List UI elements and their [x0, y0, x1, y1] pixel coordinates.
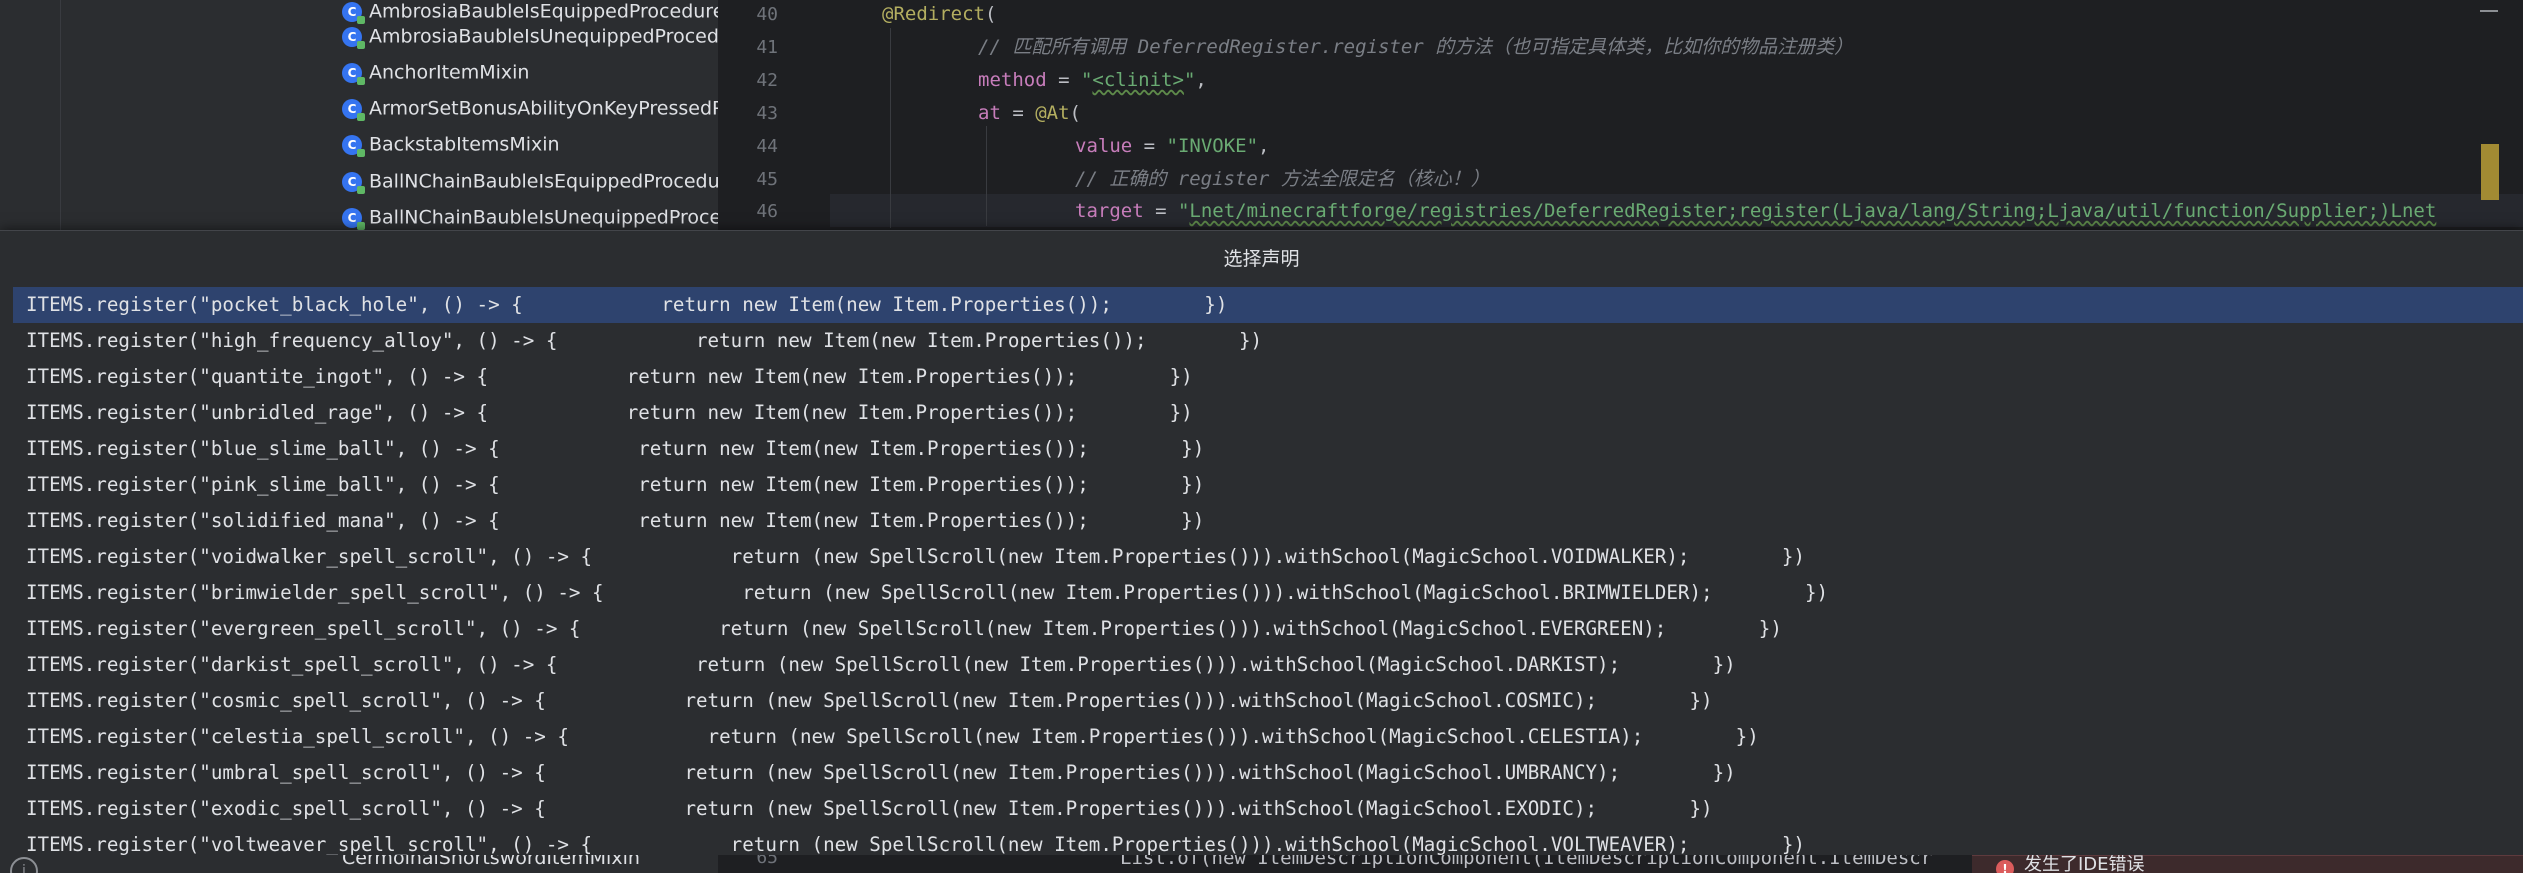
paren: ( [984, 3, 997, 25]
comma: , [1195, 69, 1207, 91]
declaration-item[interactable]: ITEMS.register("evergreen_spell_scroll",… [13, 611, 2523, 647]
class-icon: C [342, 134, 365, 157]
equals: = [1046, 69, 1081, 91]
attribute-key: target [1075, 200, 1144, 222]
scrollbar-top-marker [2480, 10, 2498, 12]
line-number: 41 [756, 37, 778, 58]
declaration-text: ITEMS.register("exodic_spell_scroll", ()… [26, 797, 1713, 820]
attribute-key: method [978, 69, 1047, 91]
class-icon: C [342, 171, 365, 194]
class-icon: C [342, 207, 365, 230]
declaration-text: ITEMS.register("pocket_black_hole", () -… [26, 293, 1228, 316]
declaration-item[interactable]: ITEMS.register("blue_slime_ball", () -> … [13, 431, 2523, 467]
declaration-text: ITEMS.register("quantite_ingot", () -> {… [26, 365, 1193, 388]
tree-item-class[interactable]: C ArmorSetBonusAbilityOnKeyPressedProc [342, 90, 718, 126]
tree-item-class[interactable]: C BackstabItemsMixin [342, 126, 718, 162]
equals: = [1132, 135, 1167, 157]
declaration-item[interactable]: ITEMS.register("solidified_mana", () -> … [13, 503, 2523, 539]
declaration-item[interactable]: ITEMS.register("exodic_spell_scroll", ()… [13, 791, 2523, 827]
code-line-44[interactable]: value = "INVOKE", [1075, 130, 1270, 163]
popup-title: 选择声明 [1223, 248, 1300, 270]
tree-item-label: BallNChainBaubleIsEquippedProcedureM [369, 170, 718, 193]
code-line-40[interactable]: @Redirect( [882, 0, 996, 31]
line-number: 40 [756, 4, 778, 25]
declaration-text: ITEMS.register("pink_slime_ball", () -> … [26, 473, 1205, 496]
line-number: 45 [756, 169, 778, 190]
quote: " [1080, 69, 1093, 91]
annotation: @Redirect [882, 3, 985, 25]
code-line-46[interactable]: target = "Lnet/minecraftforge/registries… [1075, 195, 2523, 228]
declaration-item[interactable]: ITEMS.register("high_frequency_alloy", (… [13, 323, 2523, 359]
declaration-item[interactable]: ITEMS.register("umbral_spell_scroll", ()… [13, 755, 2523, 791]
tree-item-label: ArmorSetBonusAbilityOnKeyPressedProc [369, 97, 718, 120]
line-number: 44 [756, 136, 778, 157]
code-line-45[interactable]: // 正确的 register 方法全限定名（核心！） [1075, 163, 1490, 196]
bottom-strip: i CermoinalShortswordItemMixin 65 List.o… [0, 855, 2523, 873]
tree-item-label: BallNChainBaubleIsUnequippedProcedur [369, 206, 718, 229]
choose-declaration-popup: 选择声明 ITEMS.register("pocket_black_hole",… [0, 230, 2523, 856]
comma: , [1258, 135, 1270, 157]
code-line-41[interactable]: // 匹配所有调用 DeferredRegister.register 的方法（… [978, 31, 1853, 64]
annotation: @At [1035, 102, 1070, 124]
notification-message: 发生了IDE错误 [2024, 855, 2145, 873]
declaration-text: ITEMS.register("blue_slime_ball", () -> … [26, 437, 1205, 460]
declaration-item[interactable]: ITEMS.register("unbridled_rage", () -> {… [13, 395, 2523, 431]
code-line-42[interactable]: method = "<clinit>", [978, 64, 1207, 97]
indent-guide [986, 126, 987, 226]
class-icon: C [342, 26, 365, 49]
string-literal: Lnet/minecraftforge/registries/DeferredR… [1189, 200, 2437, 222]
declaration-item[interactable]: ITEMS.register("celestia_spell_scroll", … [13, 719, 2523, 755]
paren: ( [1069, 102, 1081, 124]
declaration-text: ITEMS.register("solidified_mana", () -> … [26, 509, 1205, 532]
tree-item-class[interactable]: C AnchorItemMixin [342, 54, 718, 90]
tree-item-class[interactable]: C AmbrosiaBaubleIsUnequippedProcedure [342, 18, 718, 54]
quote: " [1183, 69, 1196, 91]
attribute-key: at [978, 102, 1001, 124]
comment: // 匹配所有调用 DeferredRegister.register 的方法（… [978, 36, 1854, 58]
line-number: 46 [756, 201, 778, 222]
declaration-text: ITEMS.register("voidwalker_spell_scroll"… [26, 545, 1805, 568]
scrollbar-warning-marker[interactable] [2481, 144, 2499, 200]
declaration-text: ITEMS.register("darkist_spell_scroll", (… [26, 653, 1736, 676]
line-number: 65 [756, 855, 778, 868]
ide-error-notification[interactable]: ! 发生了IDE错误 [1972, 855, 2523, 873]
comment: // 正确的 register 方法全限定名（核心！） [1075, 168, 1490, 190]
declaration-text: ITEMS.register("brimwielder_spell_scroll… [26, 581, 1829, 604]
declaration-item[interactable]: ITEMS.register("brimwielder_spell_scroll… [13, 575, 2523, 611]
declaration-item[interactable]: ITEMS.register("quantite_ingot", () -> {… [13, 359, 2523, 395]
declaration-item[interactable]: ITEMS.register("pink_slime_ball", () -> … [13, 467, 2523, 503]
declaration-text: ITEMS.register("evergreen_spell_scroll",… [26, 617, 1782, 640]
equals: = [1000, 102, 1036, 124]
declaration-text: ITEMS.register("celestia_spell_scroll", … [26, 725, 1759, 748]
declaration-item[interactable]: ITEMS.register("pocket_black_hole", () -… [13, 287, 2523, 323]
declaration-text: ITEMS.register("high_frequency_alloy", (… [26, 329, 1263, 352]
line-number: 42 [756, 70, 778, 91]
tree-item-label[interactable]: CermoinalShortswordItemMixin [342, 855, 640, 869]
code-line-43[interactable]: at = @At( [978, 97, 1081, 130]
tree-item-label: AmbrosiaBaubleIsUnequippedProcedure [369, 25, 718, 48]
line-number: 43 [756, 103, 778, 124]
class-icon: C [342, 98, 365, 121]
declaration-text: ITEMS.register("unbridled_rage", () -> {… [26, 401, 1193, 424]
class-icon: C [342, 62, 365, 85]
tree-item-class[interactable]: C BallNChainBaubleIsEquippedProcedureM [342, 163, 718, 199]
tree-item-label: BackstabItemsMixin [369, 133, 560, 156]
error-icon: ! [1996, 860, 2014, 873]
quote: " [1177, 200, 1190, 222]
string-literal: "INVOKE" [1166, 135, 1259, 157]
string-literal: <clinit> [1092, 69, 1184, 91]
tree-item-label: AnchorItemMixin [369, 61, 530, 84]
declaration-text: ITEMS.register("voltweaver_spell_scroll"… [26, 833, 1805, 856]
declaration-text: ITEMS.register("cosmic_spell_scroll", ()… [26, 689, 1713, 712]
code-line-65[interactable]: List.of(new ItemDescriptionComponent(Ite… [1120, 855, 1932, 869]
equals: = [1143, 200, 1178, 222]
indent-guide [890, 28, 891, 228]
declaration-item[interactable]: ITEMS.register("darkist_spell_scroll", (… [13, 647, 2523, 683]
attribute-key: value [1075, 135, 1133, 157]
declaration-item[interactable]: ITEMS.register("voidwalker_spell_scroll"… [13, 539, 2523, 575]
declaration-item[interactable]: ITEMS.register("cosmic_spell_scroll", ()… [13, 683, 2523, 719]
declaration-text: ITEMS.register("umbral_spell_scroll", ()… [26, 761, 1736, 784]
